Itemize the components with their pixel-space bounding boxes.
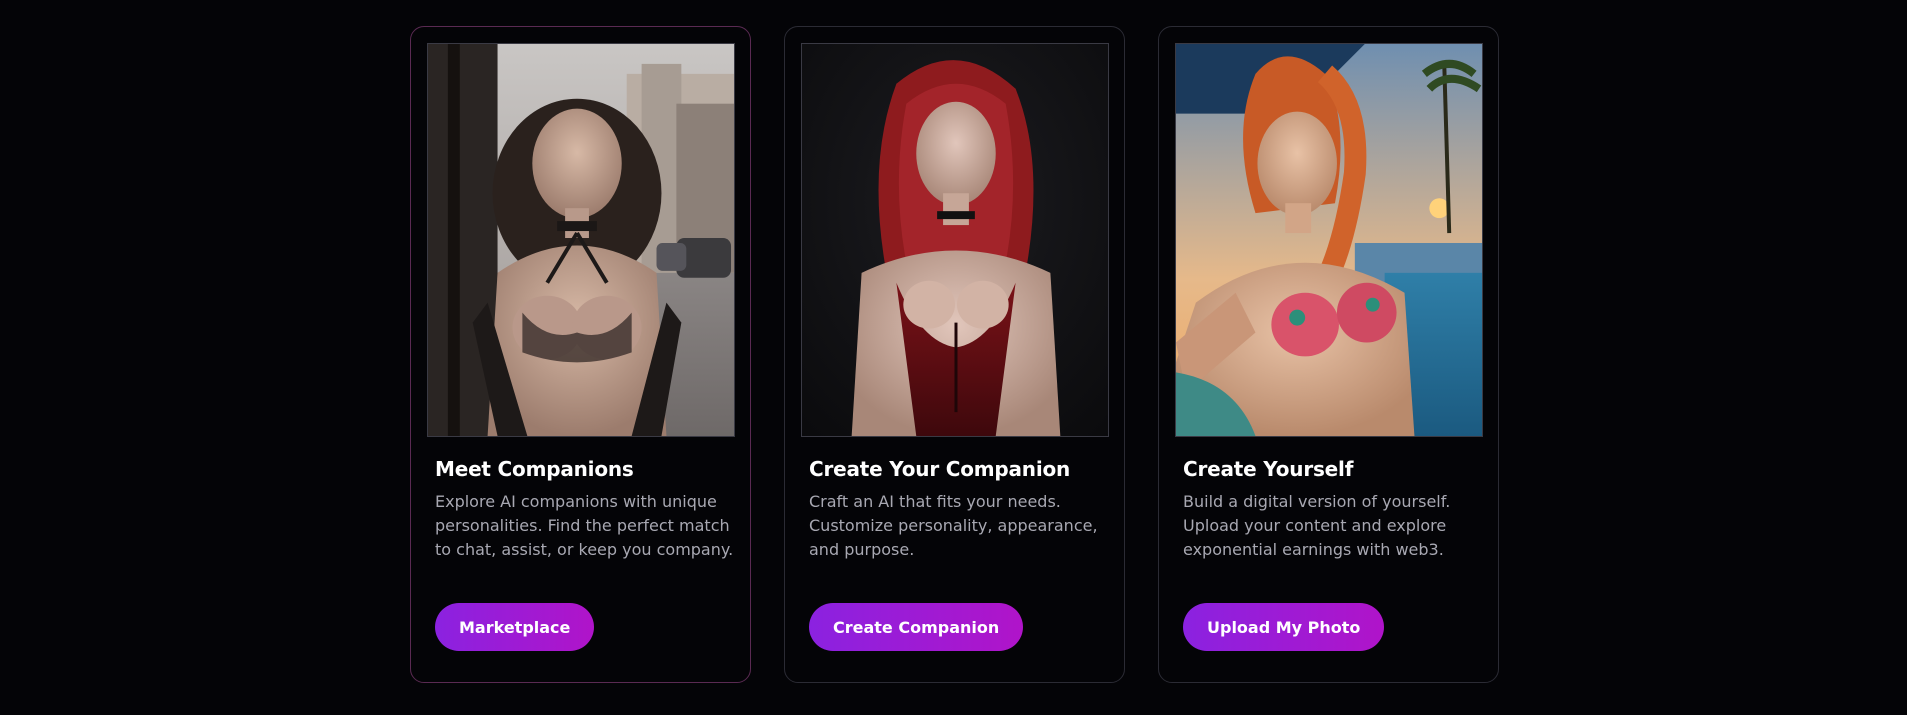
card-title: Create Yourself — [1183, 457, 1354, 481]
card-create-yourself: Create Yourself Build a digital version … — [1158, 26, 1499, 683]
card-description: Craft an AI that fits your needs. Custom… — [809, 492, 1098, 559]
portrait-image — [802, 44, 1108, 436]
card-create-companion: Create Your Companion Craft an AI that f… — [784, 26, 1125, 683]
card-meet-companions: Meet Companions Explore AI companions wi… — [410, 26, 751, 683]
card-title: Create Your Companion — [809, 457, 1071, 481]
create-companion-button[interactable]: Create Companion — [809, 603, 1024, 651]
portrait-image — [428, 44, 734, 436]
feature-cards: Meet Companions Explore AI companions wi… — [410, 26, 1499, 683]
card-description: Build a digital version of yourself. Upl… — [1183, 492, 1451, 559]
marketplace-button[interactable]: Marketplace — [435, 603, 595, 651]
card-description: Explore AI companions with unique person… — [435, 492, 734, 559]
upload-my-photo-button[interactable]: Upload My Photo — [1183, 603, 1385, 651]
card-image-meet-companions — [427, 43, 735, 437]
card-title: Meet Companions — [435, 457, 634, 481]
card-image-create-yourself — [1175, 43, 1483, 437]
card-image-create-companion — [801, 43, 1109, 437]
portrait-image — [1176, 44, 1482, 436]
